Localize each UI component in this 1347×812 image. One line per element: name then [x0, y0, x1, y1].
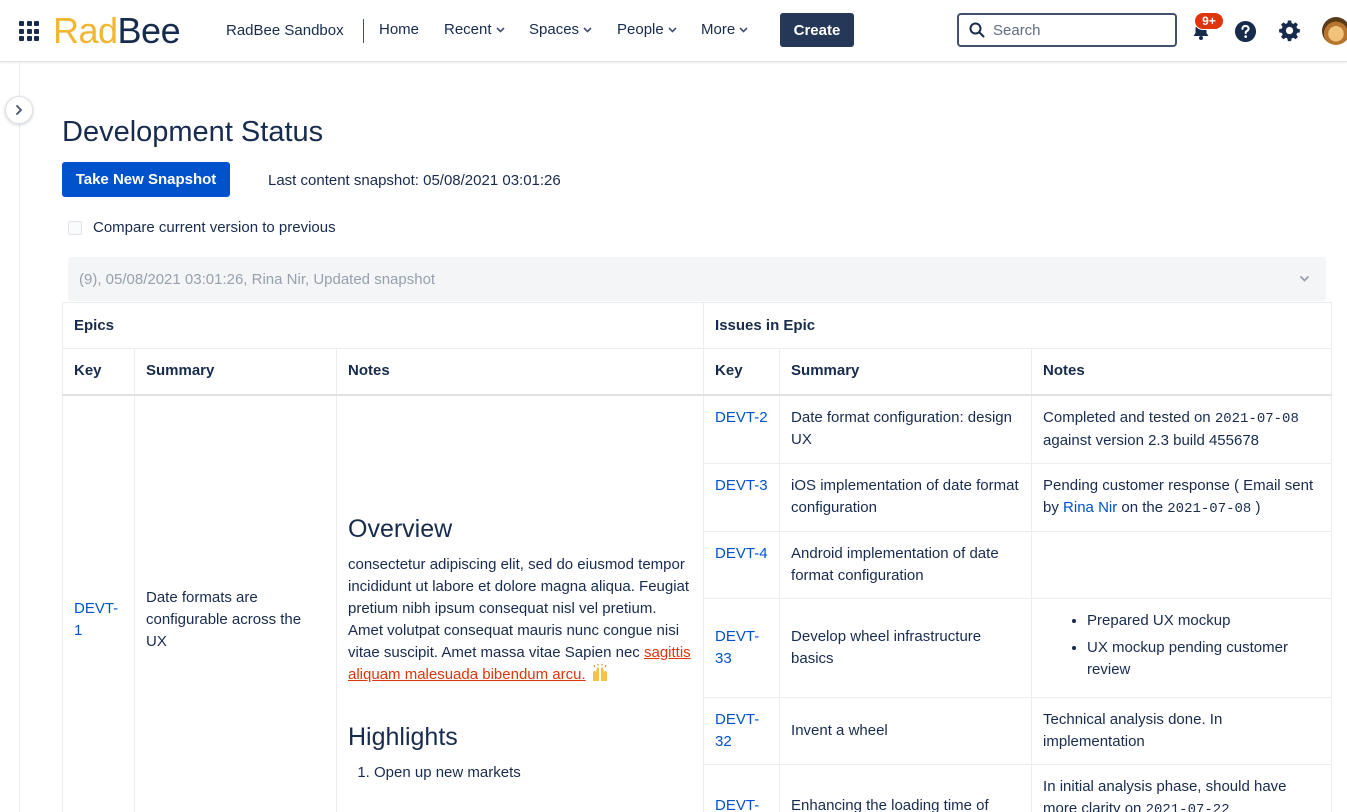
issue-notes: Prepared UX mockup UX mockup pending cus…	[1031, 597, 1333, 698]
chevron-down-icon	[739, 26, 748, 33]
issue-notes: Pending customer response ( Email sent b…	[1031, 462, 1333, 532]
issue-key-link[interactable]: DEVT-	[715, 797, 759, 812]
expand-sidebar-button[interactable]	[5, 96, 33, 124]
issue-summary: Develop wheel infrastructure basics	[779, 597, 1033, 698]
chevron-down-icon	[583, 26, 592, 33]
notes-text: against version 2.3 build 455678	[1043, 431, 1260, 449]
notes-text: )	[1251, 498, 1261, 516]
epic-notes: Overview consectetur adipiscing elit, se…	[335, 394, 705, 812]
chevron-right-icon	[16, 105, 23, 115]
user-avatar[interactable]	[1322, 17, 1347, 45]
compare-label: Compare current version to previous	[93, 219, 336, 236]
issues-group-header: Issues in Epic	[703, 302, 1333, 349]
version-selected-value: (9), 05/08/2021 03:01:26, Rina Nir, Upda…	[79, 270, 436, 288]
col-header-notes: Notes	[335, 348, 705, 396]
issue-summary: Android implementation of date format co…	[779, 530, 1033, 599]
issue-key-cell: DEVT-	[703, 763, 781, 812]
nav-home[interactable]: Home	[379, 21, 419, 38]
gear-icon[interactable]	[1278, 19, 1301, 42]
raised-hands-icon	[592, 664, 607, 681]
space-name[interactable]: RadBee Sandbox	[226, 22, 344, 39]
table-row: DEVT-1 Date formats are configurable acr…	[62, 394, 1333, 812]
notes-date: 2021-07-08	[1167, 500, 1252, 517]
nav-recent-label: Recent	[444, 21, 492, 38]
list-item: UX mockup pending customer review	[1087, 637, 1320, 681]
overview-text: consectetur adipiscing elit, sed do eius…	[348, 554, 692, 686]
nav-divider	[363, 19, 364, 43]
take-snapshot-button[interactable]: Take New Snapshot	[62, 162, 230, 197]
overview-heading: Overview	[348, 515, 453, 543]
issue-summary: Date format configuration: design UX	[779, 394, 1033, 464]
issue-key-link[interactable]: DEVT-32	[715, 711, 759, 750]
issue-key-link[interactable]: DEVT-2	[715, 409, 768, 426]
chevron-down-icon	[1299, 275, 1310, 282]
page-title: Development Status	[62, 116, 324, 148]
issue-key-cell: DEVT-3	[703, 462, 781, 532]
issue-notes: Completed and tested on 2021-07-08 again…	[1031, 394, 1333, 464]
overview-body: consectetur adipiscing elit, sed do eius…	[348, 556, 690, 661]
epics-group-header: Epics	[61, 302, 705, 349]
notes-text: on the	[1117, 498, 1168, 516]
issue-key-cell: DEVT-32	[703, 696, 781, 765]
issue-summary: Enhancing the loading time of	[779, 763, 1033, 812]
notes-bullet-list: Prepared UX mockup UX mockup pending cus…	[1087, 610, 1320, 681]
nav-recent[interactable]: Recent	[444, 21, 505, 38]
notes-date: 2021-07-22	[1145, 801, 1230, 812]
epic-key-link[interactable]: DEVT-1	[74, 600, 118, 639]
logo-part-rad: Rad	[53, 10, 118, 51]
compare-option[interactable]: Compare current version to previous	[68, 219, 336, 236]
list-item: Open up new markets	[374, 762, 692, 784]
user-mention-link[interactable]: Rina Nir	[1063, 499, 1117, 516]
issue-key-link[interactable]: DEVT-4	[715, 545, 768, 562]
last-snapshot-info: Last content snapshot: 05/08/2021 03:01:…	[268, 172, 561, 189]
issue-notes	[1031, 530, 1333, 599]
epic-key-cell: DEVT-1	[62, 394, 135, 812]
col-header-summary: Summary	[134, 348, 337, 396]
help-icon[interactable]	[1234, 20, 1257, 43]
col-header-key: Key	[62, 348, 135, 396]
list-item: Prepared UX mockup	[1087, 610, 1320, 632]
version-select[interactable]: (9), 05/08/2021 03:01:26, Rina Nir, Upda…	[68, 257, 1326, 301]
highlights-list: Open up new markets	[374, 762, 692, 784]
issue-key-cell: DEVT-4	[703, 530, 781, 599]
issue-key-link[interactable]: DEVT-3	[715, 477, 768, 494]
search-box[interactable]	[957, 13, 1177, 47]
compare-checkbox[interactable]	[68, 220, 82, 235]
epic-summary: Date formats are configurable across the…	[134, 394, 337, 812]
issue-notes: Technical analysis done. In implementati…	[1031, 696, 1333, 765]
col-header-key: Key	[703, 348, 781, 396]
issue-notes: In initial analysis phase, should have m…	[1031, 763, 1333, 812]
nav-spaces[interactable]: Spaces	[529, 21, 592, 38]
notification-badge: 9+	[1194, 12, 1224, 30]
nav-home-label: Home	[379, 21, 420, 38]
nav-spaces-label: Spaces	[529, 21, 580, 38]
issue-key-link[interactable]: DEVT-33	[715, 628, 759, 667]
sidebar-rail	[19, 62, 20, 812]
nav-people[interactable]: People	[617, 21, 677, 38]
nav-people-label: People	[617, 21, 664, 38]
issue-key-cell: DEVT-33	[703, 597, 781, 698]
app-switcher-icon[interactable]	[19, 21, 39, 41]
top-navigation: RadBee RadBee Sandbox Home Recent Spaces…	[0, 0, 1347, 62]
chevron-down-icon	[668, 26, 677, 33]
notes-text: Completed and tested on	[1043, 408, 1215, 426]
highlights-heading: Highlights	[348, 723, 458, 751]
issue-summary: iOS implementation of date format config…	[779, 462, 1033, 532]
nav-more-label: More	[701, 21, 736, 38]
notes-date: 2021-07-08	[1214, 410, 1299, 427]
chevron-down-icon	[495, 26, 505, 33]
issue-key-cell: DEVT-2	[703, 394, 781, 464]
col-header-notes: Notes	[1031, 348, 1333, 396]
logo-part-bee: Bee	[117, 10, 181, 51]
issue-summary: Invent a wheel	[779, 696, 1033, 765]
site-logo[interactable]: RadBee	[53, 10, 181, 51]
col-header-summary: Summary	[779, 348, 1033, 396]
nav-more[interactable]: More	[701, 21, 748, 38]
search-icon	[969, 22, 985, 38]
search-input[interactable]	[993, 21, 1163, 39]
status-table: Epics Issues in Epic Key Summary Notes K…	[61, 302, 1333, 812]
create-button[interactable]: Create	[780, 13, 854, 47]
